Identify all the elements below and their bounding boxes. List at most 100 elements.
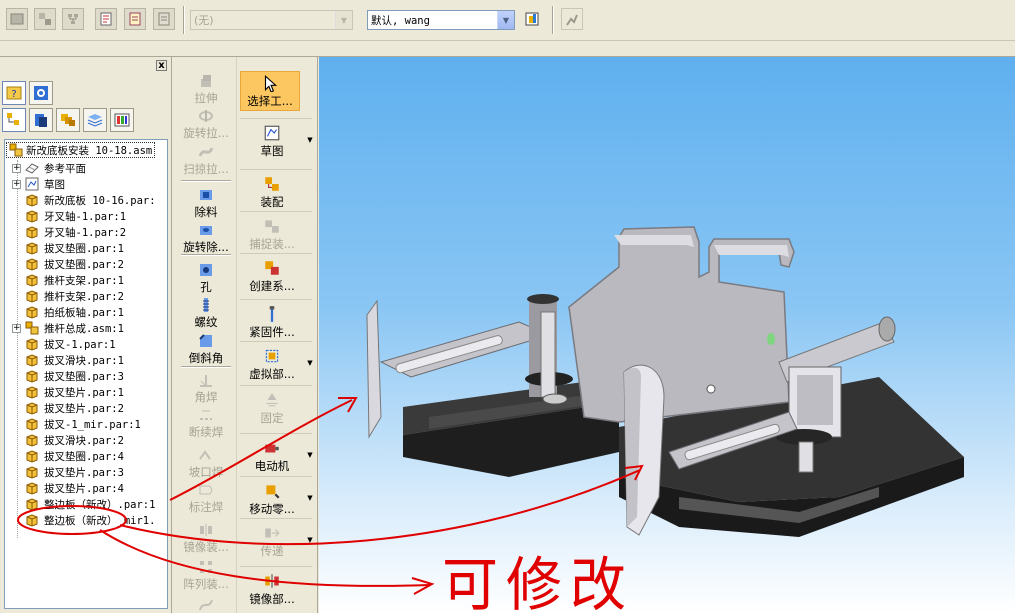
- assembly-model[interactable]: [319, 57, 1015, 613]
- command-revolve-protrusion[interactable]: 旋转拉...: [175, 108, 237, 141]
- layer-settings-icon[interactable]: [521, 8, 543, 30]
- tree-root[interactable]: 新改底板安装 10-18.asm: [6, 142, 156, 158]
- tree-item-label: 推杆支架.par:2: [44, 290, 124, 303]
- tree-item[interactable]: 拔叉垫片.par:3: [5, 464, 124, 480]
- chevron-down-icon[interactable]: ▼: [335, 11, 352, 29]
- tree-item[interactable]: 整边板（新改）_mir1.: [5, 512, 155, 528]
- tree-item[interactable]: 拔叉滑块.par:1: [5, 352, 124, 368]
- chevron-down-icon[interactable]: ▼: [305, 451, 315, 461]
- command-label: 电动机: [254, 459, 290, 473]
- tree-item[interactable]: 新改底板 10-16.par:: [5, 192, 156, 208]
- layers-icon[interactable]: [83, 108, 107, 132]
- tree-item-label: 整边板（新改）.par:1: [44, 498, 156, 511]
- command-virtual-component[interactable]: 虚拟部...: [240, 347, 304, 382]
- help-icon[interactable]: ?: [2, 81, 26, 105]
- style-combo[interactable]: (无) ▼: [190, 10, 353, 30]
- command-sketch[interactable]: 草图: [240, 124, 304, 159]
- command-separator: [240, 253, 312, 254]
- command-cutout[interactable]: 除料: [175, 187, 237, 220]
- command-ground[interactable]: 固定: [240, 391, 304, 426]
- 3d-viewport[interactable]: [319, 57, 1015, 613]
- select-tool-icon: [261, 74, 279, 92]
- toolbar-separator: [183, 6, 185, 34]
- command-move-parts[interactable]: 移动零...: [240, 482, 304, 517]
- assembly-icon[interactable]: [34, 8, 56, 30]
- command-label: 紧固件...: [249, 325, 295, 339]
- tree-item[interactable]: 拔叉垫片.par:1: [5, 384, 124, 400]
- family-icon[interactable]: [56, 108, 80, 132]
- command-fillet-weld[interactable]: 角焊: [175, 372, 237, 405]
- file-icon[interactable]: [153, 8, 175, 30]
- layer-combo[interactable]: 默认, wang ▼: [367, 10, 515, 30]
- tree-item[interactable]: 推杆支架.par:2: [5, 288, 124, 304]
- tree-item[interactable]: 拍纸板轴.par:1: [5, 304, 124, 320]
- settings-icon[interactable]: [29, 81, 53, 105]
- draft-icon[interactable]: [95, 8, 117, 30]
- command-assemble[interactable]: 装配: [240, 175, 304, 210]
- style-combo-value: (无): [194, 14, 214, 27]
- user-icon[interactable]: [561, 8, 583, 30]
- tab-row-bottom: [2, 108, 134, 134]
- command-intermittent-weld[interactable]: 断续焊: [175, 407, 237, 440]
- tree-item[interactable]: 牙叉轴-1.par:2: [5, 224, 126, 240]
- properties-icon[interactable]: [124, 8, 146, 30]
- tree-item[interactable]: 拔叉垫片.par:2: [5, 400, 124, 416]
- command-mirror-component[interactable]: 镜像部...: [240, 572, 304, 607]
- pathfinder-icon[interactable]: [2, 108, 26, 132]
- part-icon[interactable]: [6, 8, 28, 30]
- chevron-down-icon[interactable]: ▼: [497, 11, 514, 29]
- command-capture-fit[interactable]: 捕捉装...: [240, 217, 304, 252]
- tree-item-label: 拔叉垫圈.par:3: [44, 370, 124, 383]
- expand-icon[interactable]: +: [12, 163, 21, 173]
- command-separator: [240, 211, 312, 212]
- command-label: 选择工...: [247, 93, 293, 108]
- tree-item[interactable]: 拔叉-1.par:1: [5, 336, 116, 352]
- command-motor[interactable]: 电动机: [240, 439, 304, 474]
- tree-item[interactable]: 拔叉垫圈.par:4: [5, 448, 124, 464]
- tree-item[interactable]: 拔叉垫片.par:4: [5, 480, 124, 496]
- chevron-down-icon[interactable]: ▼: [305, 136, 315, 146]
- tree-item[interactable]: + 参考平面: [5, 160, 86, 176]
- command-groove-weld[interactable]: 坡口焊: [175, 447, 237, 480]
- command-sweep-protrusion[interactable]: 扫掠拉...: [175, 144, 237, 177]
- color-icon[interactable]: [110, 108, 134, 132]
- part-icon: [25, 401, 44, 415]
- chevron-down-icon[interactable]: ▼: [305, 536, 315, 546]
- command-transfer[interactable]: 传递: [240, 524, 304, 559]
- tree-item[interactable]: 牙叉轴-1.par:1: [5, 208, 126, 224]
- main-toolbar: (无) ▼ 默认, wang ▼: [0, 0, 1015, 41]
- feature-command-bar: 拉伸 旋转拉... 扫掠拉... 除料 旋转除... 孔螺纹 倒斜角角焊 断续焊坡口焊 标注焊镜…: [175, 57, 237, 613]
- chevron-down-icon[interactable]: ▼: [305, 494, 315, 504]
- tree-item[interactable]: + 草图: [5, 176, 65, 192]
- tree-icon[interactable]: [62, 8, 84, 30]
- command-along-curve[interactable]: 沿曲线: [175, 597, 237, 613]
- command-label-weld[interactable]: 标注焊: [175, 482, 237, 515]
- tree-item-label: 拔叉垫片.par:4: [44, 482, 124, 495]
- tree-item[interactable]: 拔叉滑块.par:2: [5, 432, 124, 448]
- command-fastener[interactable]: 紧固件...: [240, 305, 304, 340]
- command-revolved-cutout[interactable]: 旋转除...: [175, 222, 237, 255]
- tree-item[interactable]: 拔叉垫圈.par:3: [5, 368, 124, 384]
- parts-library-icon[interactable]: [29, 108, 53, 132]
- expand-icon[interactable]: +: [12, 179, 21, 189]
- label-weld-icon: [198, 482, 214, 498]
- tree-item-label: 拔叉垫圈.par:2: [44, 258, 124, 271]
- expand-icon[interactable]: +: [12, 323, 21, 333]
- command-hole[interactable]: 孔: [175, 262, 237, 295]
- chevron-down-icon[interactable]: ▼: [305, 359, 315, 369]
- command-create-system[interactable]: 创建系...: [240, 259, 304, 294]
- tree-item[interactable]: 拔叉-1_mir.par:1: [5, 416, 141, 432]
- part-icon: [25, 449, 44, 463]
- tree-item[interactable]: 整边板（新改）.par:1: [5, 496, 155, 512]
- command-extrude[interactable]: 拉伸: [175, 73, 237, 106]
- command-thread[interactable]: 螺纹: [175, 297, 237, 330]
- tree-item[interactable]: 拔叉垫圈.par:2: [5, 256, 124, 272]
- command-pattern-assembly[interactable]: 阵列装...: [175, 559, 237, 592]
- command-select-tool[interactable]: 选择工...: [240, 71, 300, 111]
- command-mirror-assembly[interactable]: 镜像装...: [175, 522, 237, 555]
- command-chamfer[interactable]: 倒斜角: [175, 333, 237, 366]
- tree-item[interactable]: + 推杆总成.asm:1: [5, 320, 124, 336]
- tree-item[interactable]: 推杆支架.par:1: [5, 272, 124, 288]
- close-icon[interactable]: x: [156, 60, 167, 71]
- tree-item[interactable]: 拔叉垫圈.par:1: [5, 240, 124, 256]
